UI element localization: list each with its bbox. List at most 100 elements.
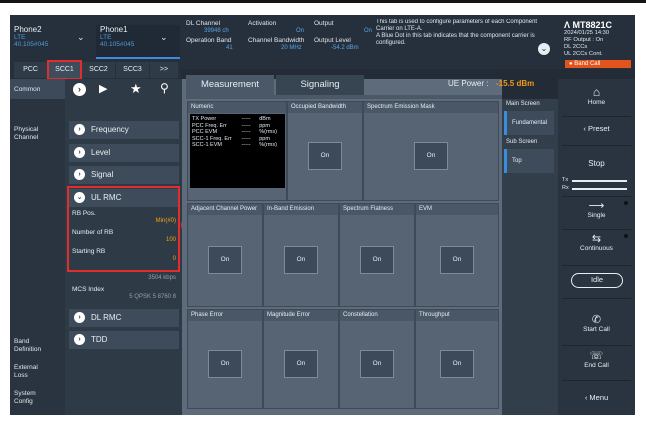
- tdd-button[interactable]: › TDD: [69, 331, 179, 349]
- output-value: On: [364, 28, 373, 34]
- numeric-row: SCC-1 EVM ----- %(rms): [192, 142, 283, 149]
- search-icon[interactable]: ⚲: [160, 81, 169, 95]
- constellation-on-button[interactable]: On: [360, 350, 394, 378]
- skip-icon[interactable]: ▶: [99, 82, 107, 95]
- nav-system-label[interactable]: System: [14, 390, 36, 397]
- numeric-display: TX Power ----- dBm PCC Freq. Err ----- ppm PCC…: [190, 114, 285, 188]
- numeric-title: Numeric: [188, 102, 286, 113]
- divider: [562, 265, 631, 266]
- inband-emission-cell[interactable]: In-Band Emission On: [263, 203, 339, 307]
- continuous-status-dot: [624, 234, 628, 238]
- throughput-on-button[interactable]: On: [440, 350, 474, 378]
- home-icon: ⌂: [592, 85, 601, 99]
- inband-emission-title: In-Band Emission: [264, 204, 338, 215]
- divider: [562, 298, 631, 299]
- numeric-unit: %(rms): [259, 142, 277, 148]
- operation-band-label: Operation Band: [186, 37, 232, 44]
- evm-cell[interactable]: EVM On: [415, 203, 499, 307]
- aclr-cell[interactable]: Adjacent Channel Power On: [187, 203, 263, 307]
- rf-output-status: RF Output : On: [564, 37, 604, 43]
- expand-help-icon[interactable]: ⌄: [538, 43, 550, 55]
- dl-ccs-status: DL 2CCs: [564, 44, 588, 50]
- chevron-down-icon[interactable]: ⌄: [160, 32, 168, 43]
- tab-scc3[interactable]: SCC3: [116, 62, 149, 78]
- nav-common-label: Common: [14, 86, 41, 93]
- menu-button[interactable]: ‹ Menu: [562, 393, 631, 402]
- phase-error-title: Phase Error: [188, 310, 262, 321]
- nav-system-config-label[interactable]: Config: [14, 398, 33, 405]
- dl-rmc-button[interactable]: › DL RMC: [69, 309, 179, 327]
- output-level-label: Output Level: [314, 37, 351, 44]
- signal-button[interactable]: › Signal: [69, 166, 179, 184]
- evm-on-button[interactable]: On: [440, 246, 474, 274]
- nav-external-loss-label[interactable]: Loss: [14, 372, 28, 379]
- nav-physical-label[interactable]: Physical: [14, 126, 38, 133]
- occupied-bandwidth-on-button[interactable]: On: [308, 142, 342, 170]
- help-line-4: configured.: [376, 40, 406, 46]
- occupied-bandwidth-cell[interactable]: Occupied Bandwidth On: [287, 101, 363, 201]
- spectrum-flatness-cell[interactable]: Spectrum Flatness On: [339, 203, 415, 307]
- dl-channel-label: DL Channel: [186, 20, 221, 27]
- aclr-on-button[interactable]: On: [208, 246, 242, 274]
- tab-more[interactable]: >>: [150, 62, 178, 78]
- magnitude-error-title: Magnitude Error: [264, 310, 338, 321]
- throughput-title: Throughput: [416, 310, 498, 321]
- throughput-cell[interactable]: Throughput On: [415, 309, 499, 409]
- home-button[interactable]: ⌂ Home: [562, 85, 631, 113]
- forward-icon[interactable]: ›: [73, 83, 86, 96]
- nav-external-label[interactable]: External: [14, 364, 38, 371]
- tab-measurement[interactable]: Measurement: [186, 75, 274, 95]
- highlight-box-ul-rmc: [67, 186, 180, 272]
- favorite-star-icon[interactable]: ★: [130, 81, 142, 97]
- sub-screen-label: Sub Screen: [506, 139, 538, 145]
- end-call-button[interactable]: ☏ End Call: [562, 349, 631, 377]
- preset-label: Preset: [587, 124, 610, 133]
- stop-button[interactable]: Stop: [562, 159, 631, 168]
- channel-summary[interactable]: DL Channel 39948 ch Activation On Output…: [186, 20, 376, 58]
- band-call-label: Band Call: [574, 61, 601, 67]
- single-label: Single: [587, 212, 606, 219]
- phone-icon: ✆: [591, 314, 602, 326]
- numeric-val: -----: [241, 142, 251, 148]
- brand-logo: Λ MT8821C: [564, 20, 632, 30]
- channel-bandwidth-label: Channel Bandwidth: [248, 37, 305, 44]
- chevron-left-icon: ‹: [584, 393, 588, 402]
- aclr-title: Adjacent Channel Power: [188, 204, 262, 215]
- level-button[interactable]: › Level: [69, 144, 179, 162]
- frequency-button[interactable]: › Frequency: [69, 121, 179, 139]
- help-line-2: Carrier on LTE-A.: [376, 26, 423, 32]
- continuous-button[interactable]: ⇆ Continuous: [562, 232, 631, 260]
- mcs-index-value[interactable]: 5 QPSK 5 8760 8: [90, 294, 176, 300]
- end-call-label: End Call: [584, 362, 609, 369]
- tab-pcc[interactable]: PCC: [14, 62, 47, 78]
- mcs-index-label: MCS Index: [72, 286, 105, 293]
- inband-emission-on-button[interactable]: On: [284, 246, 318, 274]
- phone1-ip: 40.105#045: [100, 41, 135, 48]
- top-screen-button[interactable]: Top: [504, 149, 554, 173]
- magnitude-error-cell[interactable]: Magnitude Error On: [263, 309, 339, 409]
- ue-power-value: -15.5 dBm: [496, 79, 535, 88]
- magnitude-error-on-button[interactable]: On: [284, 350, 318, 378]
- start-call-button[interactable]: ✆ Start Call: [562, 313, 631, 341]
- single-button[interactable]: ⟶ Single: [562, 199, 631, 227]
- tab-scc2[interactable]: SCC2: [82, 62, 115, 78]
- divider: [562, 380, 631, 381]
- constellation-cell[interactable]: Constellation On: [339, 309, 415, 409]
- divider: [562, 345, 631, 346]
- nav-band-definition-label[interactable]: Definition: [14, 346, 41, 353]
- phase-error-on-button[interactable]: On: [208, 350, 242, 378]
- tab-signaling[interactable]: Signaling: [276, 75, 364, 95]
- numeric-cell[interactable]: Numeric TX Power ----- dBm PCC Freq. Err ---…: [187, 101, 287, 201]
- spectrum-flatness-on-button[interactable]: On: [360, 246, 394, 274]
- fundamental-screen-button[interactable]: Fundamental: [504, 111, 554, 135]
- nav-channel-label[interactable]: Channel: [14, 134, 38, 141]
- instrument-status: Λ MT8821C 2024/01/25 14:30 RF Output : O…: [564, 20, 632, 58]
- phase-error-cell[interactable]: Phase Error On: [187, 309, 263, 409]
- preset-button[interactable]: ‹ Preset: [562, 124, 631, 140]
- nav-band-label[interactable]: Band: [14, 338, 29, 345]
- output-level-value: -54.2 dBm: [331, 45, 359, 51]
- sem-on-button[interactable]: On: [414, 142, 448, 170]
- channel-bandwidth-value: 20 MHz: [281, 45, 302, 51]
- sem-cell[interactable]: Spectrum Emission Mask On: [363, 101, 499, 201]
- chevron-down-icon[interactable]: ⌄: [77, 32, 85, 43]
